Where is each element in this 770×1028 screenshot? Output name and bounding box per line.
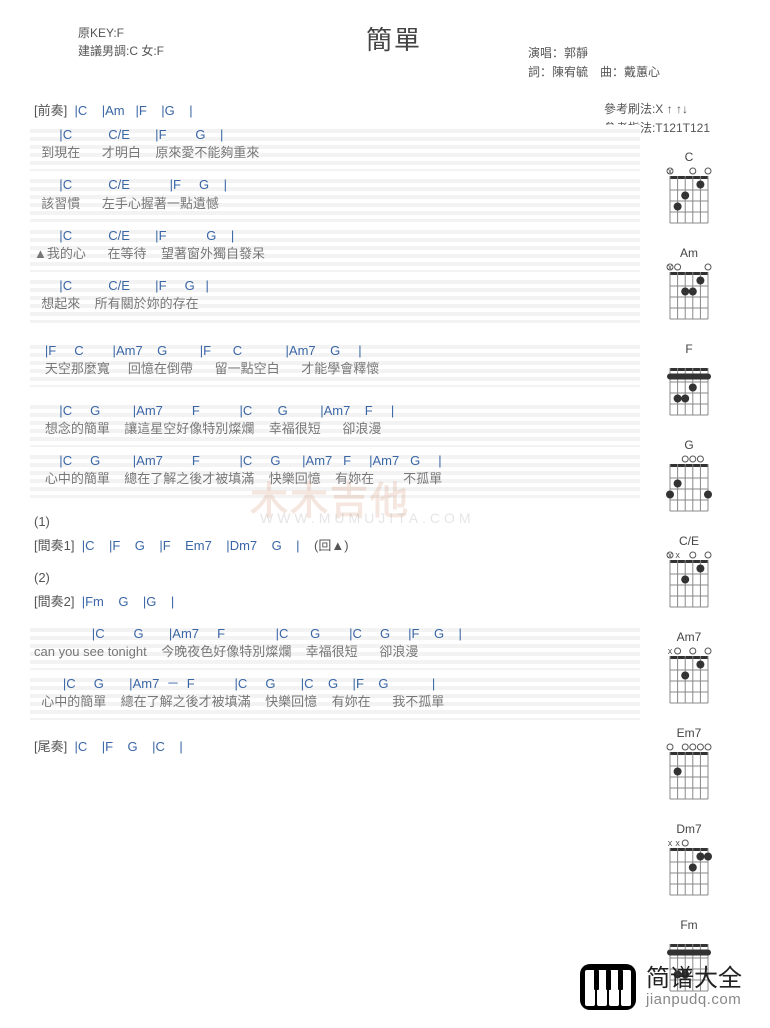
inter2-label: (2) bbox=[30, 570, 640, 585]
intro-line: [前奏] |C |Am |F |G | bbox=[30, 100, 640, 119]
chord-line: |C C/E |F G | bbox=[30, 176, 640, 194]
chord-diagram: C/E xx bbox=[654, 534, 724, 610]
bridge-block: |C G |Am7 F |C G |C G |F G |can you see … bbox=[30, 624, 640, 721]
chord-diagrams-column: CxAmxFGC/ExxAm7xEm7Dm7xxFm bbox=[654, 150, 724, 1014]
chord-line: |F C |Am7 G |F C |Am7 G | bbox=[30, 342, 640, 360]
prechorus-block: |F C |Am7 G |F C |Am7 G | 天空那麼寬 回憶在倒帶 留一… bbox=[30, 341, 640, 387]
chord-line: |C G |Am7 F |C G |Am7 F | bbox=[30, 402, 640, 420]
chorus-block: |C G |Am7 F |C G |Am7 F | 想念的簡單 讓這星空好像特別… bbox=[30, 401, 640, 498]
lyric-line: 心中的簡單 總在了解之後才被填滿 快樂回憶 有妳在 我不孤單 bbox=[30, 693, 640, 711]
site-footer: 简谱大全 jianpudq.com bbox=[580, 964, 742, 1010]
svg-text:x: x bbox=[668, 166, 673, 176]
svg-text:x: x bbox=[675, 838, 680, 848]
chord-diagram-svg: x bbox=[662, 262, 716, 322]
chord-diagram: Am x bbox=[654, 246, 724, 322]
chord-diagram-svg: xx bbox=[662, 838, 716, 898]
chord-diagram-svg bbox=[662, 454, 716, 514]
chord-line: |C G |Am7 F |C G |C G |F G | bbox=[30, 625, 640, 643]
chord-diagram: F bbox=[654, 342, 724, 418]
chord-diagram: Em7 bbox=[654, 726, 724, 802]
svg-text:x: x bbox=[668, 838, 673, 848]
chord-diagram-svg bbox=[662, 742, 716, 802]
footer-cn: 简谱大全 bbox=[646, 966, 742, 992]
chord-line: |C C/E |F G | bbox=[30, 277, 640, 295]
chord-name-label: Em7 bbox=[654, 726, 724, 740]
singer: 演唱：郭靜 bbox=[528, 44, 660, 63]
svg-text:x: x bbox=[668, 262, 673, 272]
interlude-1: [間奏1] |C |F G |F Em7 |Dm7 G | (回▲) bbox=[30, 535, 640, 554]
chord-name-label: C bbox=[654, 150, 724, 164]
chord-sheet: [前奏] |C |Am |F |G | |C C/E |F G | 到現在 才明… bbox=[30, 96, 640, 761]
chord-name-label: Am7 bbox=[654, 630, 724, 644]
chord-line: |C G |Am7 － F |C G |C G |F G | bbox=[30, 675, 640, 693]
chord-line: |C C/E |F G | bbox=[30, 227, 640, 245]
chord-diagram: Dm7 xx bbox=[654, 822, 724, 898]
lyric-line: 心中的簡單 總在了解之後才被填滿 快樂回憶 有妳在 不孤單 bbox=[30, 470, 640, 488]
chord-diagram: Am7 x bbox=[654, 630, 724, 706]
orig-key: 原KEY:F bbox=[78, 24, 164, 42]
suggested-key: 建議男調:C 女:F bbox=[78, 42, 164, 60]
chord-name-label: Am bbox=[654, 246, 724, 260]
chord-name-label: G bbox=[654, 438, 724, 452]
lyric-line: 天空那麼寬 回憶在倒帶 留一點空白 才能學會釋懷 bbox=[30, 360, 640, 378]
svg-text:x: x bbox=[675, 550, 680, 560]
lyricist-composer: 詞：陳宥毓 曲：戴蕙心 bbox=[528, 63, 660, 82]
lyric-line: 到現在 才明白 原來愛不能夠重來 bbox=[30, 144, 640, 162]
lyric-line: 想念的簡單 讓這星空好像特別燦爛 幸福很短 卻浪漫 bbox=[30, 420, 640, 438]
chord-diagram-svg bbox=[662, 358, 716, 418]
inter1-label: (1) bbox=[30, 514, 640, 529]
verse-block: |C C/E |F G | 到現在 才明白 原來愛不能夠重來 |C C/E |F… bbox=[30, 125, 640, 323]
chord-name-label: Dm7 bbox=[654, 822, 724, 836]
chord-diagram: G bbox=[654, 438, 724, 514]
chord-line: |C C/E |F G | bbox=[30, 126, 640, 144]
piano-icon bbox=[580, 964, 636, 1010]
meta-key-left: 原KEY:F 建議男調:C 女:F bbox=[78, 24, 164, 60]
chord-line: |C G |Am7 F |C G |Am7 F |Am7 G | bbox=[30, 452, 640, 470]
interlude-2: [間奏2] |Fm G |G | bbox=[30, 591, 640, 610]
lyric-line: ▲我的心 在等待 望著窗外獨自發呆 bbox=[30, 245, 640, 263]
lyric-line: 想起來 所有關於妳的存在 bbox=[30, 295, 640, 313]
chord-name-label: C/E bbox=[654, 534, 724, 548]
lyric-line: can you see tonight 今晚夜色好像特別燦爛 幸福很短 卻浪漫 bbox=[30, 643, 640, 661]
outro-line: [尾奏] |C |F G |C | bbox=[30, 736, 640, 755]
meta-credits: 演唱：郭靜 詞：陳宥毓 曲：戴蕙心 bbox=[528, 44, 660, 82]
chord-name-label: Fm bbox=[654, 918, 724, 932]
lyric-line: 該習慣 左手心握著一點遺憾 bbox=[30, 195, 640, 213]
chord-name-label: F bbox=[654, 342, 724, 356]
chord-diagram-svg: xx bbox=[662, 550, 716, 610]
chord-diagram-svg: x bbox=[662, 166, 716, 226]
chord-diagram: Cx bbox=[654, 150, 724, 226]
chord-diagram-svg: x bbox=[662, 646, 716, 706]
footer-en: jianpudq.com bbox=[646, 992, 742, 1009]
svg-text:x: x bbox=[668, 550, 673, 560]
svg-text:x: x bbox=[668, 646, 673, 656]
